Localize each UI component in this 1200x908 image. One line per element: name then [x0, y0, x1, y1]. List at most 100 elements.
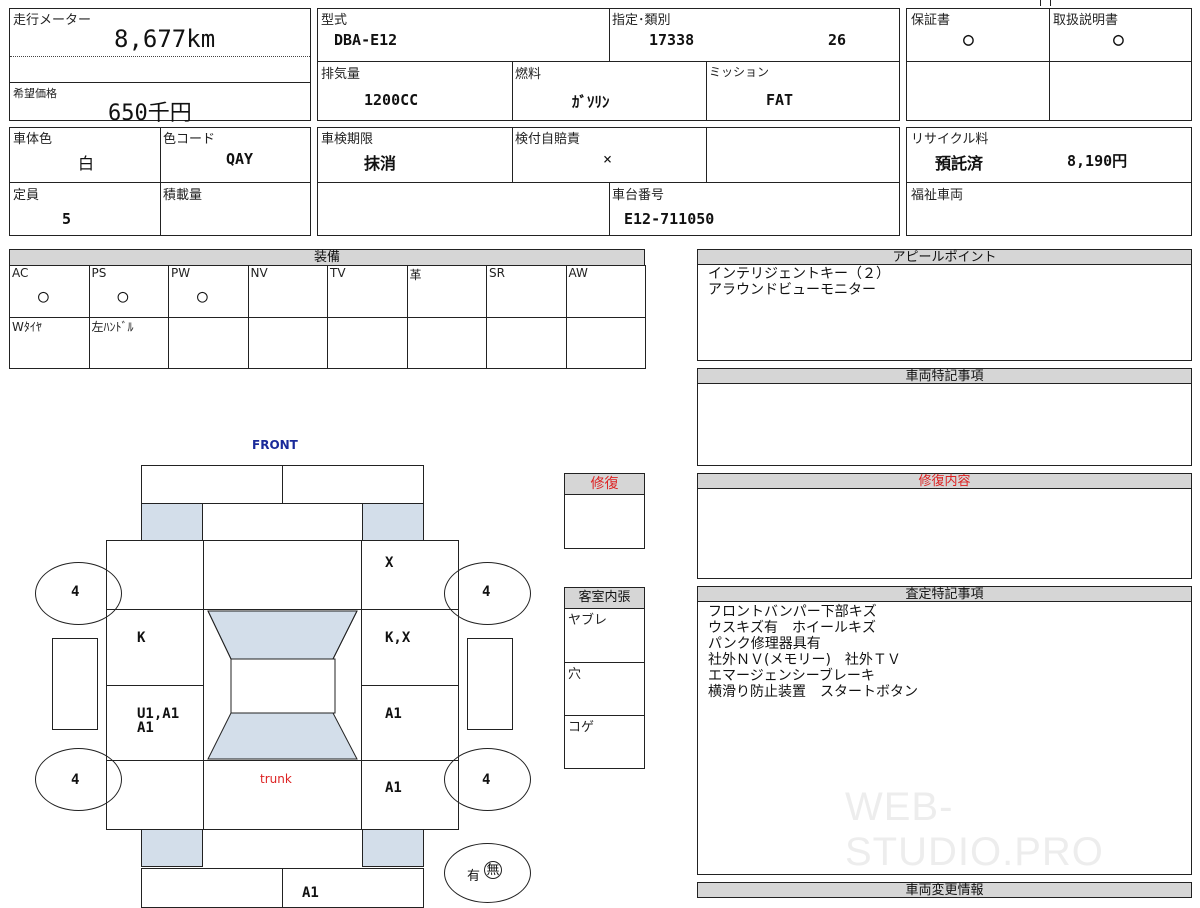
right-quarter-mark: A1: [385, 780, 402, 796]
trunk-label: trunk: [260, 772, 292, 786]
tire-rear-left-mark: 4: [71, 772, 80, 788]
right-front-door-mark: K,X: [385, 630, 411, 646]
designation-label: 指定･類別: [612, 13, 671, 28]
recycle-status: 預託済: [935, 154, 984, 173]
trunk-lid: [203, 760, 362, 830]
repair-box-header: 修復: [564, 473, 645, 495]
left-front-door: [106, 609, 204, 686]
repair-details-box: [697, 488, 1192, 579]
vehicle-notes-box: [697, 383, 1192, 466]
equipment-cell-6: 革: [406, 265, 487, 318]
tire-front-left-mark: 4: [71, 584, 80, 600]
fuel-label: 燃料: [515, 67, 542, 82]
right-rear-door-mark: A1: [385, 706, 402, 722]
model-label: 型式: [321, 13, 348, 28]
equipment-cell-3: PW ○: [168, 265, 249, 318]
recycle-label: リサイクル料: [911, 132, 989, 147]
interior-row-3: コゲ: [564, 715, 645, 769]
rear-bumper-mark: A1: [302, 885, 319, 901]
equipment-value: ○: [117, 286, 129, 307]
assessment-text: フロントバンパー下部キズ ウスキズ有 ホイールキズ パンク修理器具有 社外ＮＶ(…: [708, 604, 918, 700]
recycle-box: リサイクル料 預託済 8,190円 福祉車両: [906, 127, 1192, 236]
equipment-value: ○: [197, 286, 208, 307]
vehicle-notes-header: 車両特記事項: [697, 368, 1192, 384]
equipment-cell-13: [327, 317, 408, 369]
designation-value-1: 17338: [649, 31, 695, 49]
hood-top: [202, 503, 363, 541]
insurance-label: 検付自賠責: [515, 132, 581, 147]
chassis-label: 車台番号: [612, 188, 665, 203]
equipment-label: AC: [12, 266, 29, 280]
equipment-cell-2: PS ○: [88, 265, 169, 318]
interior-row-3-label: コゲ: [568, 720, 595, 735]
recycle-amount: 8,190円: [1067, 152, 1128, 170]
color-code-value: QAY: [226, 150, 254, 168]
assessment-header: 査定特記事項: [697, 586, 1192, 602]
change-info-header: 車両変更情報: [697, 882, 1192, 898]
manual-label: 取扱説明書: [1053, 13, 1119, 28]
load-label: 積載量: [163, 188, 203, 203]
interior-row-2: 穴: [564, 662, 645, 716]
appeal-header: アピールポイント: [697, 249, 1192, 265]
left-mirror: [52, 638, 98, 730]
left-rear-door-mark-2: A1: [137, 720, 154, 736]
equipment-cell-11: [168, 317, 249, 369]
body-color-value: 白: [78, 154, 95, 173]
tire-rear-right-mark: 4: [482, 772, 491, 788]
spare-none-label: 無: [484, 861, 502, 879]
equipment-label: Wﾀｲﾔ: [12, 320, 42, 334]
equipment-cell-8: AW: [565, 265, 646, 318]
equipment-label: TV: [330, 266, 346, 280]
watermark: WEB-STUDIO.PRO: [845, 785, 1104, 874]
equipment-cell-4: NV: [247, 265, 328, 318]
equipment-label: AW: [568, 266, 588, 280]
body-color-label: 車体色: [13, 132, 53, 147]
equipment-label: PW: [171, 266, 191, 280]
displacement-label: 排気量: [321, 67, 361, 82]
manual-value: ○: [1113, 29, 1124, 50]
mileage-price-box: 走行メーター 8,677km 希望価格 650千円: [9, 8, 311, 126]
model-value: DBA-E12: [334, 31, 398, 49]
spec-box: 型式 DBA-E12 指定･類別 17338 26 排気量 1200CC 燃料 …: [317, 8, 900, 121]
equipment-value: ○: [38, 286, 49, 307]
rear-bumper-left: [141, 868, 283, 908]
price-label: 希望価格: [13, 87, 57, 100]
headlight-left: [141, 503, 203, 541]
fuel-value: ｶﾞｿﾘﾝ: [572, 93, 610, 111]
equipment-label: NV: [250, 266, 268, 280]
right-quarter: [361, 760, 459, 830]
mission-value: FAT: [766, 91, 794, 109]
spare-have-label: 有: [467, 869, 481, 884]
equipment-cell-12: [247, 317, 328, 369]
interior-row-1-label: ヤブレ: [568, 613, 608, 628]
equipment-grid: AC ○ PS ○ PW ○ NV TV 革 SR AW Wﾀｲﾔ 左ﾊﾝﾄﾞﾙ: [9, 265, 646, 369]
equipment-cell-15: [486, 317, 567, 369]
appeal-text: インテリジェントキー（２） アラウンドビューモニター: [708, 266, 890, 298]
chassis-value: E12-711050: [624, 210, 715, 228]
equipment-label: 左ﾊﾝﾄﾞﾙ: [91, 320, 134, 334]
tire-front-right-mark: 4: [482, 584, 491, 600]
displacement-value: 1200CC: [364, 91, 419, 109]
right-mirror: [467, 638, 513, 730]
taillight-right: [362, 829, 424, 867]
capacity-label: 定員: [13, 188, 40, 203]
mileage-label: 走行メーター: [13, 13, 92, 28]
windshield-glass: [207, 610, 358, 760]
repair-box: [564, 494, 645, 549]
left-rear-door: [106, 685, 204, 761]
equipment-cell-7: SR: [486, 265, 567, 318]
right-front-door: [361, 609, 459, 686]
equipment-header: 装備: [9, 249, 645, 266]
equipment-cell-9: Wﾀｲﾔ: [9, 317, 90, 369]
taillight-left: [141, 829, 203, 867]
color-code-label: 色コード: [163, 132, 216, 147]
left-front-door-mark: K: [137, 630, 146, 646]
equipment-cell-14: [406, 317, 487, 369]
capacity-value: 5: [62, 210, 72, 228]
hood: [203, 540, 362, 610]
color-box: 車体色 白 色コード QAY 定員 5 積載量: [9, 127, 311, 236]
mileage-value: 8,677km: [114, 25, 216, 53]
front-label: FRONT: [252, 438, 298, 452]
appeal-box: インテリジェントキー（２） アラウンドビューモニター: [697, 264, 1192, 361]
headlight-right: [362, 503, 424, 541]
